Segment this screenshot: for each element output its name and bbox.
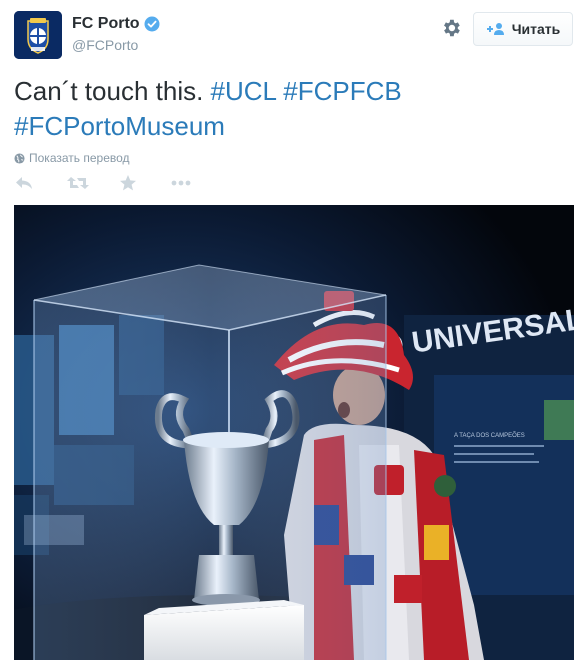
tweet-text-plain: Can´t touch this. <box>14 76 204 106</box>
avatar[interactable] <box>14 11 62 59</box>
more-dots-icon[interactable] <box>170 174 194 196</box>
side-panel-text: A TAÇA DOS CAMPEÕES <box>454 432 525 439</box>
star-icon[interactable] <box>119 174 143 196</box>
reply-icon[interactable] <box>14 174 38 196</box>
author-block: FC Porto @FCPorto <box>72 15 160 53</box>
follow-button[interactable]: Читать <box>473 12 573 46</box>
screen-name[interactable]: @FCPorto <box>72 37 160 53</box>
gear-icon[interactable] <box>440 17 462 39</box>
translate-label: Показать перевод <box>29 151 130 165</box>
fc-porto-crest-icon <box>14 11 62 59</box>
tweet-text: Can´t touch this. #UCL #FCPFCB #FCPortoM… <box>14 74 569 144</box>
name-row: FC Porto <box>72 15 160 33</box>
tweet-photo[interactable]: O UNIVERSAL A TAÇA DOS CAMPEÕES <box>14 205 574 660</box>
globe-icon <box>14 152 25 164</box>
hashtag-link[interactable]: #UCL <box>211 76 277 106</box>
follow-label: Читать <box>511 21 561 37</box>
hashtag-link[interactable]: #FCPFCB <box>283 76 401 106</box>
add-user-icon <box>486 22 506 36</box>
verified-badge-icon <box>144 16 160 32</box>
hashtag-link[interactable]: #FCPortoMuseum <box>14 111 225 141</box>
retweet-icon[interactable] <box>66 174 90 196</box>
display-name[interactable]: FC Porto <box>72 15 140 33</box>
translate-link[interactable]: Показать перевод <box>14 151 130 165</box>
photo-trophy-museum: O UNIVERSAL A TAÇA DOS CAMPEÕES <box>14 205 574 660</box>
